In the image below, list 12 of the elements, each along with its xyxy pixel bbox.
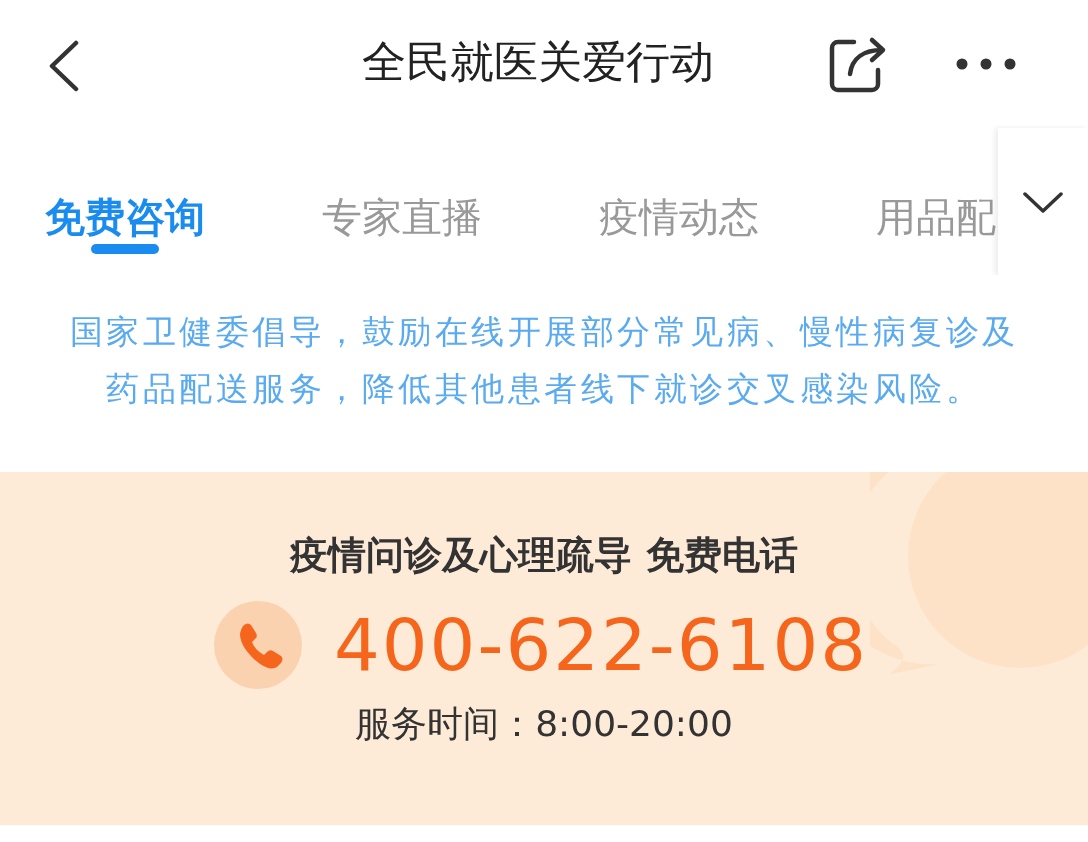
chevron-down-icon [1023,191,1063,213]
tab[interactable]: 用品配 [876,181,996,253]
hotline-title: 疫情问诊及心理疏导 免费电话 [290,532,798,579]
phone-icon[interactable] [213,601,302,689]
service-hours: 服务时间：8:00-20:00 [355,702,733,746]
more-icon[interactable] [955,57,1017,71]
tab[interactable]: 专家直播 [322,181,482,253]
notice-text: 国家卫健委倡导，鼓励在线开展部分常见病、慢性病复诊及药品配送服务，降低其他患者线下就诊交叉感染风险。 [68,311,1020,410]
phone-number[interactable]: 400-622-6108 [333,602,868,688]
tab[interactable]: 免费咨询 [45,181,205,253]
tab[interactable]: 疫情动态 [599,181,759,253]
page-title: 全民就医关爱行动 [362,35,714,89]
